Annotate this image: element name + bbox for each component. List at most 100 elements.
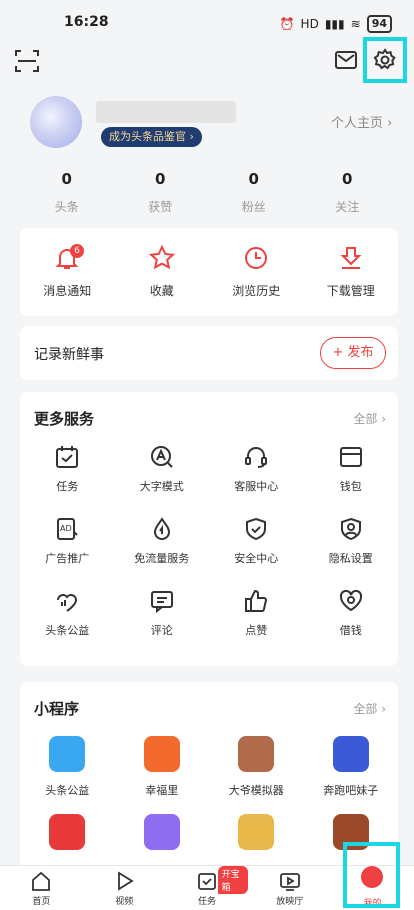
service-label: 钱包 xyxy=(339,480,362,493)
scan-icon[interactable] xyxy=(14,48,40,74)
mini-program-icon xyxy=(238,736,275,772)
service-ads[interactable]: AD 广告推广 xyxy=(20,516,115,566)
tab-home[interactable]: 首页 xyxy=(0,866,83,910)
mini-program-icon xyxy=(143,736,180,772)
quick-label: 浏览历史 xyxy=(232,284,281,298)
notifications-button[interactable]: 消息通知 xyxy=(20,228,115,316)
service-label: 评论 xyxy=(150,624,173,637)
service-label: 安全中心 xyxy=(234,552,279,565)
avatar[interactable] xyxy=(30,96,82,148)
quick-label: 收藏 xyxy=(149,284,174,298)
signal-icon: HD xyxy=(300,17,319,31)
service-comments[interactable]: 评论 xyxy=(115,588,210,638)
service-free-data[interactable]: 免流量服务 xyxy=(115,516,210,566)
stat-following[interactable]: 0 关注 xyxy=(301,170,395,215)
service-charity[interactable]: 头条公益 xyxy=(20,588,115,638)
mini-program-icon xyxy=(238,814,275,850)
gear-icon xyxy=(373,48,396,70)
wifi-icon: ≋ xyxy=(350,17,361,31)
mini-program-item[interactable] xyxy=(209,814,304,860)
clock-icon xyxy=(245,247,268,269)
service-label: 任务 xyxy=(56,480,79,493)
mini-program-icon xyxy=(143,814,180,850)
drop-icon xyxy=(153,517,170,540)
personal-home-link[interactable]: 个人主页 › xyxy=(331,112,392,131)
more-services-card: 更多服务 全部 › 任务 大字模式 客服中心 钱包 AD 广告推广 免流量服务 xyxy=(20,392,398,666)
mini-programs-card: 小程序 全部 › 头条公益 幸福里 大爷模拟器 奔跑吧妹子 xyxy=(20,682,398,872)
stat-label: 粉丝 xyxy=(241,200,266,214)
service-label: 客服中心 xyxy=(234,480,279,493)
charity-icon xyxy=(57,594,78,612)
play-icon xyxy=(118,871,134,891)
service-privacy[interactable]: 隐私设置 xyxy=(304,516,399,566)
status-icons: ⏰ HD ▮▮▮ ≋ 94 xyxy=(280,15,392,33)
tab-task[interactable]: 任务 开宝箱 xyxy=(166,866,249,910)
tab-label: 放映厅 xyxy=(276,897,304,907)
loan-icon xyxy=(339,589,362,612)
mini-program-label: 幸福里 xyxy=(145,784,179,797)
service-large-text[interactable]: 大字模式 xyxy=(115,444,210,494)
more-services-all-link[interactable]: 全部 › xyxy=(353,410,386,427)
privacy-icon xyxy=(340,517,361,541)
service-support[interactable]: 客服中心 xyxy=(209,444,304,494)
mini-program-icon xyxy=(332,736,369,772)
mail-icon[interactable] xyxy=(334,48,358,72)
tab-label: 视频 xyxy=(115,897,134,907)
treasure-box-badge: 开宝箱 xyxy=(217,866,249,894)
status-bar: 16:28 ⏰ HD ▮▮▮ ≋ 94 xyxy=(0,0,414,40)
stat-value: 0 xyxy=(342,170,353,188)
service-security[interactable]: 安全中心 xyxy=(209,516,304,566)
download-icon xyxy=(340,247,362,269)
history-button[interactable]: 浏览历史 xyxy=(209,228,304,316)
alarm-icon: ⏰ xyxy=(279,17,295,31)
star-icon xyxy=(148,244,175,270)
mini-program-item[interactable]: 头条公益 xyxy=(20,736,115,798)
battery-icon: 94 xyxy=(366,15,392,33)
comment-icon xyxy=(150,591,173,614)
service-wallet[interactable]: 钱包 xyxy=(304,444,399,494)
stat-label: 关注 xyxy=(335,200,360,214)
stat-fans[interactable]: 0 粉丝 xyxy=(207,170,301,215)
service-label: 大字模式 xyxy=(139,480,184,493)
mini-program-label: 头条公益 xyxy=(45,784,90,797)
services-grid: 任务 大字模式 客服中心 钱包 AD 广告推广 免流量服务 安全中心 隐私设置 xyxy=(20,444,398,638)
service-label: 点赞 xyxy=(245,624,268,637)
settings-button[interactable] xyxy=(363,37,407,83)
quick-label: 下载管理 xyxy=(326,284,375,298)
task-calendar-icon xyxy=(56,446,79,468)
shield-icon xyxy=(246,517,267,541)
quick-label: 消息通知 xyxy=(43,284,92,298)
signal-icon-2: ▮▮▮ xyxy=(324,17,345,31)
large-text-icon xyxy=(150,446,173,468)
more-services-title: 更多服务 xyxy=(34,410,95,428)
mini-program-item[interactable] xyxy=(115,814,210,860)
service-label: 免流量服务 xyxy=(134,552,190,565)
mini-program-label: 奔跑吧妹子 xyxy=(323,784,379,797)
tab-video[interactable]: 视频 xyxy=(83,866,166,910)
mini-program-icon xyxy=(49,814,86,850)
mini-program-item[interactable]: 奔跑吧妹子 xyxy=(304,736,399,798)
mini-program-item[interactable] xyxy=(20,814,115,860)
tab-label: 首页 xyxy=(32,897,51,907)
stat-value: 0 xyxy=(155,170,166,188)
service-likes[interactable]: 点赞 xyxy=(209,588,304,638)
mini-programs-grid: 头条公益 幸福里 大爷模拟器 奔跑吧妹子 xyxy=(20,736,398,860)
stat-likes[interactable]: 0 获赞 xyxy=(114,170,208,215)
publish-button[interactable]: + 发布 xyxy=(320,337,386,369)
service-label: 借钱 xyxy=(339,624,362,637)
taster-badge[interactable]: 成为头条品鉴官 › xyxy=(101,127,202,147)
stats-row: 0 头条 0 获赞 0 粉丝 0 关注 xyxy=(20,170,394,215)
service-task[interactable]: 任务 xyxy=(20,444,115,494)
status-time: 16:28 xyxy=(64,14,109,30)
record-card: 记录新鲜事 + 发布 xyxy=(20,326,398,380)
mini-programs-all-link[interactable]: 全部 › xyxy=(353,700,386,717)
task-icon xyxy=(198,873,216,890)
stat-toutiao[interactable]: 0 头条 xyxy=(20,170,114,215)
record-title: 记录新鲜事 xyxy=(34,347,104,363)
service-loan[interactable]: 借钱 xyxy=(304,588,399,638)
mini-program-item[interactable]: 大爷模拟器 xyxy=(209,736,304,798)
mini-program-item[interactable]: 幸福里 xyxy=(115,736,210,798)
tab-cinema[interactable]: 放映厅 xyxy=(248,866,331,910)
favorites-button[interactable]: 收藏 xyxy=(115,228,210,316)
downloads-button[interactable]: 下载管理 xyxy=(304,228,399,316)
